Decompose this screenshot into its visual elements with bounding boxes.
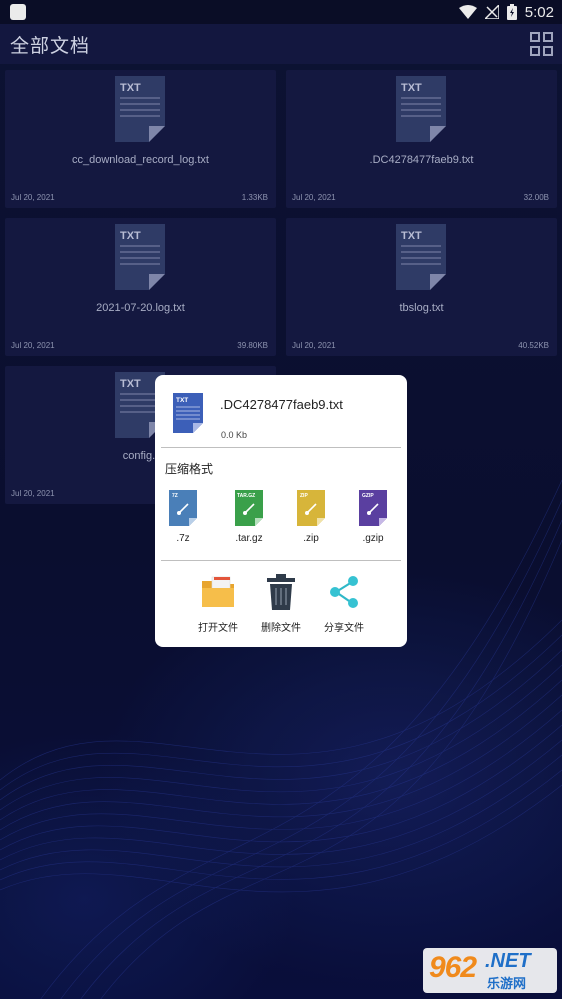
watermark-cn: 乐游网 xyxy=(487,976,527,991)
svg-text:7Z: 7Z xyxy=(172,493,178,499)
zip-archive-icon: TAR.GZ xyxy=(235,490,263,526)
watermark-number: 962 xyxy=(429,951,477,984)
txt-file-icon: TXT xyxy=(173,393,203,433)
svg-text:ZIP: ZIP xyxy=(300,493,308,499)
dialog-header: TXT .DC4278477faeb9.txt 0.0 Kb xyxy=(155,375,407,447)
compress-format-label: 压缩格式 xyxy=(165,462,214,476)
open-file-button[interactable]: 打开文件 xyxy=(188,573,248,634)
divider xyxy=(161,560,401,561)
share-icon xyxy=(330,576,358,608)
zip-archive-icon: 7Z xyxy=(169,490,197,526)
zip-archive-icon: ZIP xyxy=(297,490,325,526)
format-label: .tar.gz xyxy=(235,533,263,544)
zip-archive-icon: GZIP xyxy=(359,490,387,526)
file-options-dialog: TXT .DC4278477faeb9.txt 0.0 Kb 压缩格式 7Z .… xyxy=(155,375,407,647)
dialog-file-size: 0.0 Kb xyxy=(221,430,248,440)
divider xyxy=(161,447,401,448)
svg-text:TAR.GZ: TAR.GZ xyxy=(237,493,255,499)
format-label: .zip xyxy=(303,533,319,544)
action-label: 分享文件 xyxy=(324,623,364,634)
action-label: 删除文件 xyxy=(261,623,301,634)
format-zip-button[interactable]: ZIP .zip xyxy=(291,490,331,544)
folder-icon xyxy=(202,576,234,607)
delete-file-button[interactable]: 删除文件 xyxy=(251,573,311,634)
watermark-logo: 962 .NET 乐游网 xyxy=(423,948,557,993)
trash-icon xyxy=(267,574,295,610)
format-label: .7z xyxy=(176,533,190,544)
dialog-file-name: .DC4278477faeb9.txt xyxy=(220,397,343,412)
watermark-net: .NET xyxy=(485,950,531,972)
format-gzip-button[interactable]: GZIP .gzip xyxy=(353,490,393,544)
svg-text:TXT: TXT xyxy=(176,397,188,404)
svg-text:GZIP: GZIP xyxy=(362,493,374,499)
share-file-button[interactable]: 分享文件 xyxy=(314,573,374,634)
format-label: .gzip xyxy=(362,533,384,544)
action-label: 打开文件 xyxy=(198,623,238,634)
format-7z-button[interactable]: 7Z .7z xyxy=(163,490,203,544)
format-targz-button[interactable]: TAR.GZ .tar.gz xyxy=(229,490,269,544)
